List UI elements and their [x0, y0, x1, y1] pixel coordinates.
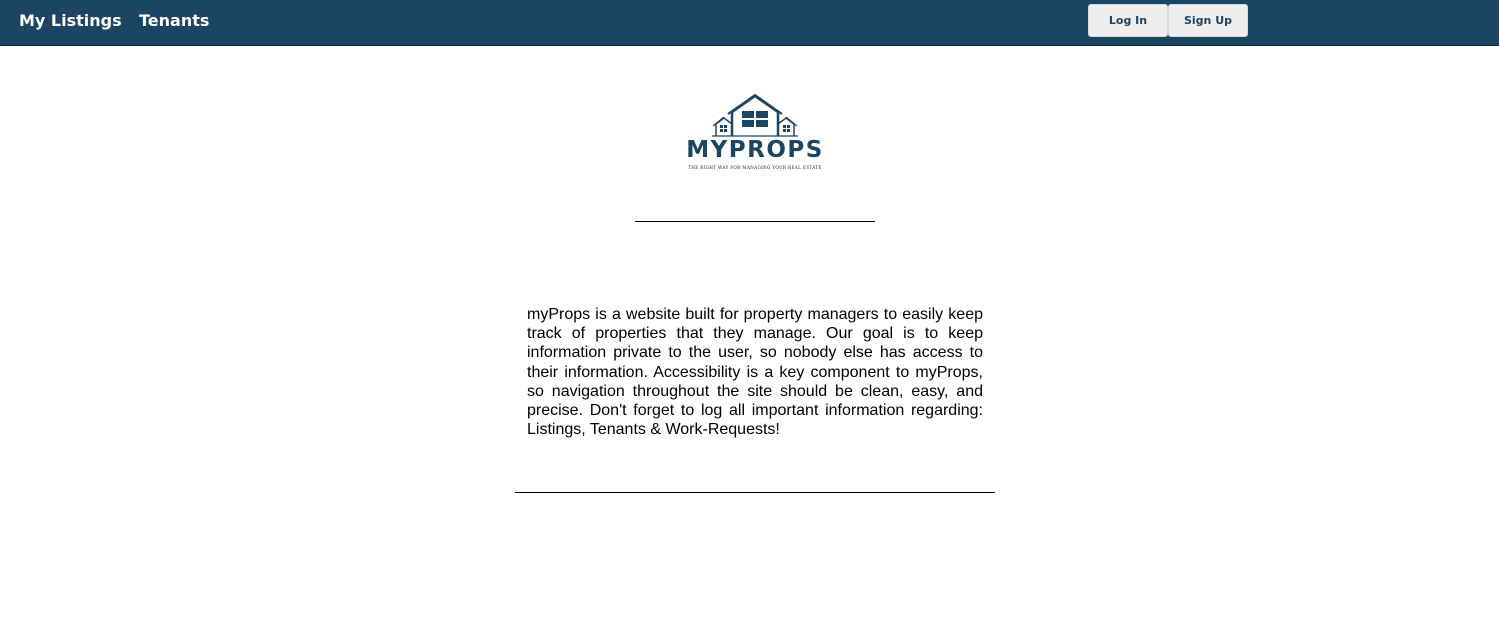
bottom-divider: [515, 492, 995, 493]
nav-link-tenants[interactable]: Tenants: [139, 11, 209, 30]
top-navbar: My Listings Tenants Log In Sign Up: [0, 0, 1499, 46]
top-divider: [635, 221, 875, 222]
log-in-button[interactable]: Log In: [1088, 4, 1168, 37]
house-icon: [712, 94, 798, 137]
myprops-logo: MYPROPS THE RIGHT WAY FOR MANAGING YOUR …: [668, 94, 842, 174]
logo-tagline: THE RIGHT WAY FOR MANAGING YOUR REAL EST…: [688, 165, 822, 170]
logo-wordmark: MYPROPS: [686, 137, 824, 163]
about-paragraph: myProps is a website built for property …: [527, 306, 983, 439]
sign-up-button[interactable]: Sign Up: [1168, 4, 1248, 37]
nav-link-my-listings[interactable]: My Listings: [19, 11, 122, 30]
